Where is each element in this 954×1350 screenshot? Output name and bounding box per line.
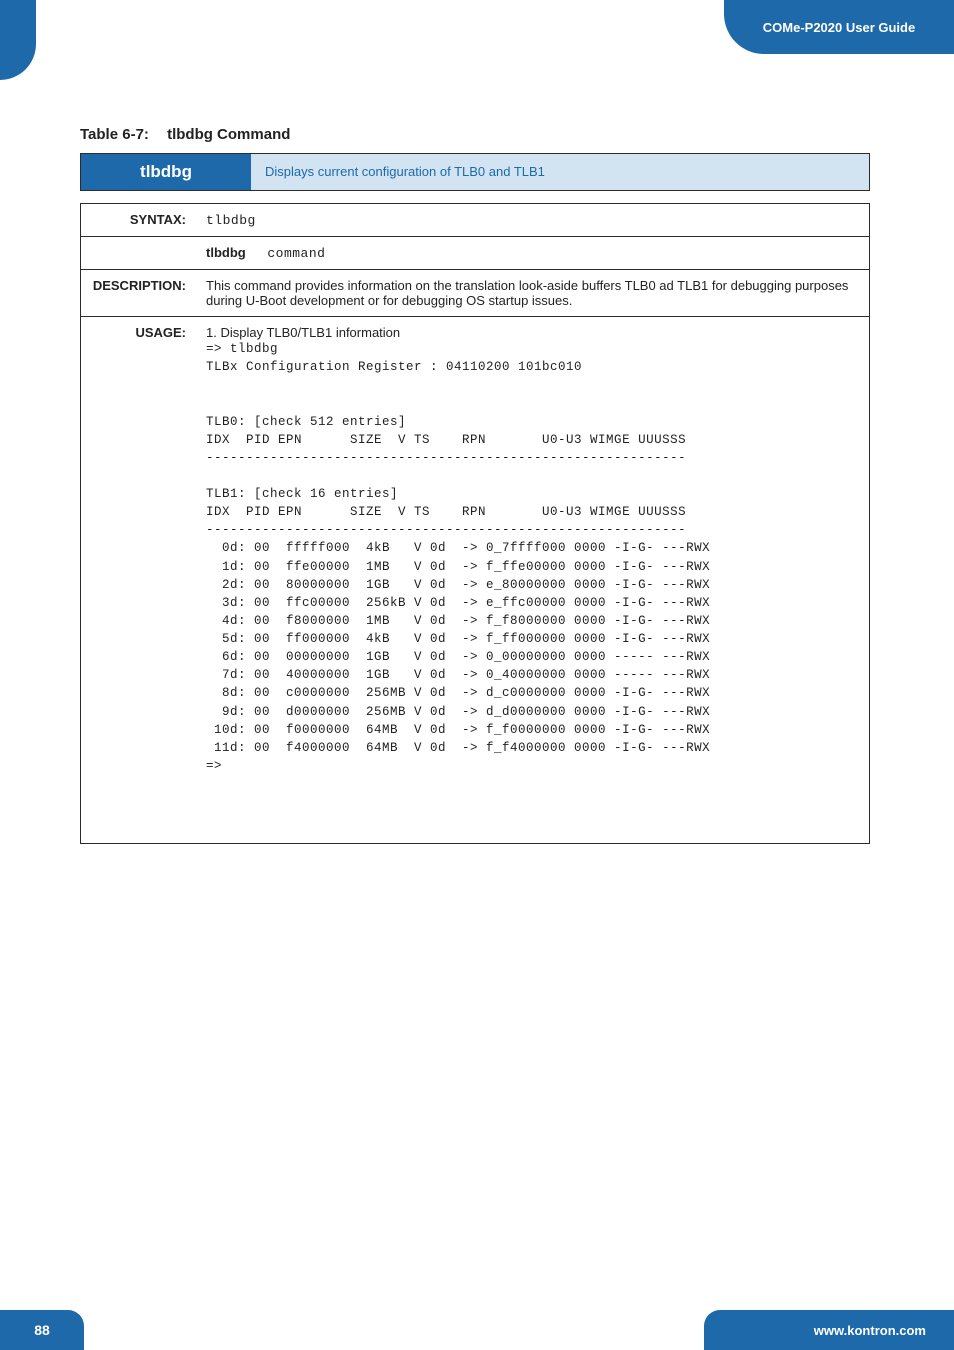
syntax-value-cell: tlbdbg: [196, 204, 870, 237]
command-detail-table: SYNTAX: tlbdbg tlbdbg command DESCRIPTIO…: [80, 203, 870, 844]
syntax-row: SYNTAX: tlbdbg: [81, 204, 870, 237]
command-summary-table: tlbdbg Displays current configuration of…: [80, 153, 870, 191]
caption-label: Table 6-7:: [80, 126, 149, 143]
table-caption: Table 6-7: tlbdbg Command: [80, 126, 870, 143]
header-title: COMe-P2020 User Guide: [763, 20, 915, 35]
page-content: Table 6-7: tlbdbg Command tlbdbg Display…: [80, 126, 870, 844]
description-row: DESCRIPTION: This command provides infor…: [81, 270, 870, 317]
usage-block: => tlbdbg TLBx Configuration Register : …: [206, 340, 859, 775]
command-name: tlbdbg: [140, 162, 192, 181]
footer-spacer: [84, 1310, 704, 1350]
footer-url: www.kontron.com: [704, 1310, 954, 1350]
command-short-desc: Displays current configuration of TLB0 a…: [265, 164, 545, 179]
footer: 88 www.kontron.com: [0, 1310, 954, 1350]
command-name-cell: tlbdbg: [81, 154, 252, 191]
usage-trailing-space: [206, 775, 859, 835]
usage-row: USAGE: 1. Display TLB0/TLB1 information …: [81, 317, 870, 844]
description-text: This command provides information on the…: [196, 270, 870, 317]
syntax-subcmd-value: command: [267, 246, 325, 261]
syntax-sub-row: tlbdbg command: [81, 237, 870, 270]
syntax-label: SYNTAX:: [81, 204, 197, 237]
command-short-desc-cell: Displays current configuration of TLB0 a…: [251, 154, 870, 191]
syntax-sub-cell: tlbdbg command: [196, 237, 870, 270]
caption-title: tlbdbg Command: [167, 126, 290, 143]
syntax-value: tlbdbg: [206, 213, 256, 228]
description-label: DESCRIPTION:: [81, 270, 197, 317]
syntax-subcmd-label: tlbdbg: [206, 245, 246, 260]
header-bar: COMe-P2020 User Guide: [724, 0, 954, 54]
left-decorative-stripe: [0, 0, 36, 80]
footer-page-number: 88: [0, 1310, 84, 1350]
usage-label: USAGE:: [81, 317, 197, 844]
usage-body: 1. Display TLB0/TLB1 information => tlbd…: [196, 317, 870, 844]
usage-intro: 1. Display TLB0/TLB1 information: [206, 325, 859, 340]
syntax-sub-empty: [81, 237, 197, 270]
